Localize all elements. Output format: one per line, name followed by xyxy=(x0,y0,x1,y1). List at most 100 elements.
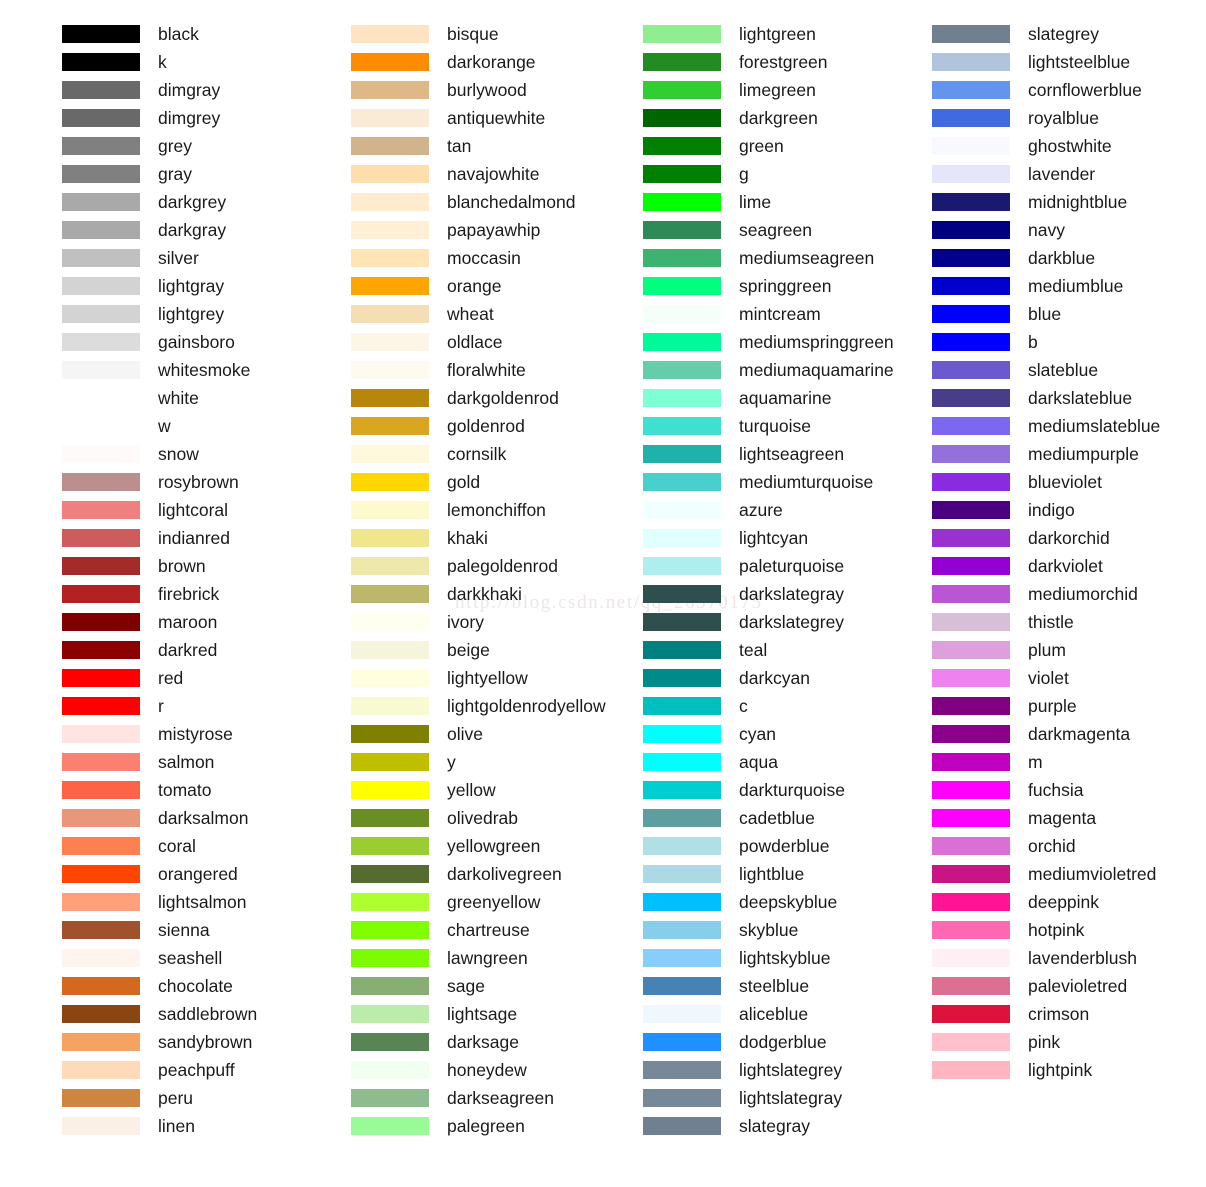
color-name-label: hotpink xyxy=(1028,920,1085,940)
color-swatch xyxy=(351,137,429,155)
color-row: darkgrey xyxy=(62,188,357,216)
color-name-label: w xyxy=(158,416,171,436)
color-row: violet xyxy=(932,664,1206,692)
color-swatch xyxy=(351,277,429,295)
color-row: honeydew xyxy=(351,1056,646,1084)
color-name-label: olive xyxy=(447,724,483,744)
color-swatch xyxy=(351,977,429,995)
color-swatch xyxy=(643,585,721,603)
color-name-label: paleturquoise xyxy=(739,556,845,576)
color-name-label: r xyxy=(158,696,164,716)
color-swatch xyxy=(351,1089,429,1107)
color-row: aquamarine xyxy=(643,384,938,412)
color-row: darkseagreen xyxy=(351,1084,646,1112)
color-row: black xyxy=(62,20,357,48)
color-row: dodgerblue xyxy=(643,1028,938,1056)
color-swatch xyxy=(932,53,1010,71)
color-name-label: lavenderblush xyxy=(1028,948,1137,968)
color-name-label: lightgrey xyxy=(158,304,225,324)
color-row: mediumspringgreen xyxy=(643,328,938,356)
color-name-label: mediumspringgreen xyxy=(739,332,894,352)
color-swatch xyxy=(62,1033,140,1051)
color-swatch xyxy=(62,501,140,519)
color-name-label: snow xyxy=(158,444,199,464)
color-row: green xyxy=(643,132,938,160)
color-row: teal xyxy=(643,636,938,664)
color-row: steelblue xyxy=(643,972,938,1000)
color-row: darkmagenta xyxy=(932,720,1206,748)
color-swatch xyxy=(643,501,721,519)
color-row: slategrey xyxy=(932,20,1206,48)
color-name-label: darkslategray xyxy=(739,584,845,604)
color-row: darkgoldenrod xyxy=(351,384,646,412)
color-name-label: deepskyblue xyxy=(739,892,838,912)
color-name-label: darkmagenta xyxy=(1028,724,1131,744)
color-swatch xyxy=(932,725,1010,743)
color-swatch xyxy=(643,1089,721,1107)
color-swatch xyxy=(351,53,429,71)
color-row: royalblue xyxy=(932,104,1206,132)
color-row: darkblue xyxy=(932,244,1206,272)
color-swatch xyxy=(62,221,140,239)
color-name-label: magenta xyxy=(1028,808,1097,828)
color-row: oldlace xyxy=(351,328,646,356)
color-swatch xyxy=(62,277,140,295)
color-swatch xyxy=(932,697,1010,715)
color-row: mediumturquoise xyxy=(643,468,938,496)
color-name-label: goldenrod xyxy=(447,416,525,436)
color-swatch xyxy=(643,1117,721,1135)
color-row: olive xyxy=(351,720,646,748)
color-row: darkgreen xyxy=(643,104,938,132)
color-row: mediumorchid xyxy=(932,580,1206,608)
color-name-label: limegreen xyxy=(739,80,816,100)
color-name-label: mintcream xyxy=(739,304,821,324)
color-swatch xyxy=(351,333,429,351)
color-row: lightcyan xyxy=(643,524,938,552)
color-row: yellow xyxy=(351,776,646,804)
color-row: burlywood xyxy=(351,76,646,104)
color-row: skyblue xyxy=(643,916,938,944)
color-swatch xyxy=(643,893,721,911)
color-row: lightseagreen xyxy=(643,440,938,468)
color-swatch xyxy=(643,641,721,659)
color-name-label: darkgray xyxy=(158,220,227,240)
color-swatch xyxy=(932,137,1010,155)
color-swatch xyxy=(932,473,1010,491)
color-name-label: midnightblue xyxy=(1028,192,1128,212)
color-row: ghostwhite xyxy=(932,132,1206,160)
color-swatch xyxy=(351,725,429,743)
color-row: gray xyxy=(62,160,357,188)
color-name-label: lime xyxy=(739,192,772,212)
color-name-label: gold xyxy=(447,472,481,492)
color-name-label: cornsilk xyxy=(447,444,507,464)
color-name-label: lightpink xyxy=(1028,1060,1093,1080)
color-name-label: honeydew xyxy=(447,1060,527,1080)
color-name-label: antiquewhite xyxy=(447,108,546,128)
color-name-label: mediumseagreen xyxy=(739,248,875,268)
color-name-label: lavender xyxy=(1028,164,1096,184)
color-row: cadetblue xyxy=(643,804,938,832)
color-name-label: powderblue xyxy=(739,836,830,856)
color-name-label: indigo xyxy=(1028,500,1075,520)
color-swatch xyxy=(351,361,429,379)
color-swatch xyxy=(351,389,429,407)
color-name-label: purple xyxy=(1028,696,1077,716)
color-swatch xyxy=(932,109,1010,127)
color-swatch xyxy=(62,193,140,211)
color-row: chartreuse xyxy=(351,916,646,944)
color-name-label: cadetblue xyxy=(739,808,815,828)
color-name-label: dodgerblue xyxy=(739,1032,827,1052)
color-row: papayawhip xyxy=(351,216,646,244)
color-name-label: teal xyxy=(739,640,768,660)
color-row: w xyxy=(62,412,357,440)
color-swatch xyxy=(643,81,721,99)
color-name-label: lightgreen xyxy=(739,24,816,44)
color-name-label: khaki xyxy=(447,528,488,548)
color-column-3: slategrey lightsteelblue cornflowerblue roy… xyxy=(932,20,1206,1084)
color-swatch xyxy=(932,501,1010,519)
color-swatch xyxy=(643,361,721,379)
color-row: silver xyxy=(62,244,357,272)
color-swatch xyxy=(351,809,429,827)
color-row: peru xyxy=(62,1084,357,1112)
color-name-label: lightcoral xyxy=(158,500,229,520)
